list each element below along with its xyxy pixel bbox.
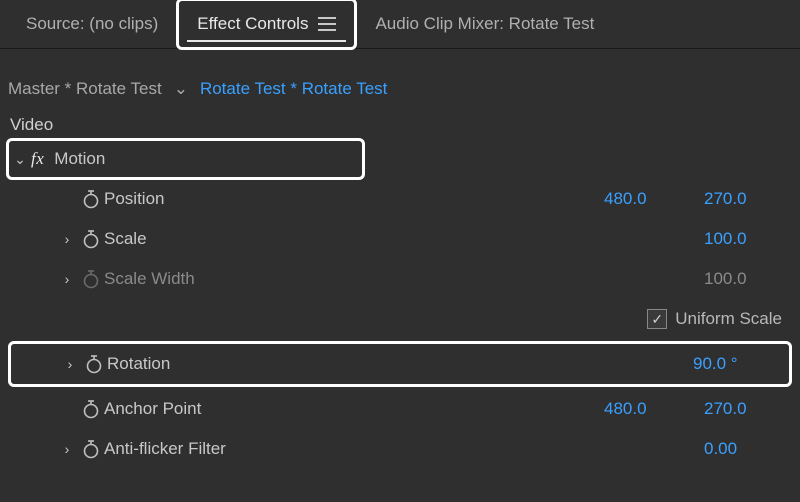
scale-width-label: Scale Width: [104, 269, 404, 289]
uniform-scale-row: ✓ Uniform Scale: [0, 299, 800, 339]
breadcrumb-master: Master * Rotate Test: [8, 79, 162, 99]
fx-icon[interactable]: fx: [31, 149, 44, 169]
breadcrumb-clip[interactable]: Rotate Test * Rotate Test: [200, 79, 387, 99]
anti-flicker-row: › Anti-flicker Filter 0.00: [0, 429, 800, 469]
scale-width-expand-toggle[interactable]: ›: [56, 271, 78, 287]
rotation-highlight: › Rotation 90.0 °: [8, 341, 792, 387]
chevron-down-icon[interactable]: ⌄: [174, 79, 188, 99]
panel-menu-icon[interactable]: [318, 17, 336, 31]
clip-breadcrumb: Master * Rotate Test ⌄ Rotate Test * Rot…: [0, 67, 800, 111]
position-stopwatch[interactable]: [78, 189, 104, 209]
tab-source-label: Source: (no clips): [26, 14, 158, 34]
stopwatch-icon: [81, 229, 101, 249]
anchor-y[interactable]: 270.0: [704, 399, 764, 419]
scale-value[interactable]: 100.0: [704, 229, 764, 249]
scale-expand-toggle[interactable]: ›: [56, 231, 78, 247]
anti-flicker-label: Anti-flicker Filter: [104, 439, 404, 459]
tab-audio-mixer[interactable]: Audio Clip Mixer: Rotate Test: [357, 0, 612, 48]
position-x[interactable]: 480.0: [604, 189, 664, 209]
rotation-row: › Rotation 90.0 °: [11, 344, 789, 384]
panel-tabs: Source: (no clips) Effect Controls Audio…: [0, 0, 800, 49]
motion-properties: ⌄ fx Motion Position 480.0 270.0 › Scale: [0, 139, 800, 469]
rotation-value[interactable]: 90.0 °: [693, 354, 753, 374]
tab-effect-controls[interactable]: Effect Controls: [179, 0, 354, 48]
video-section-header: Video: [0, 111, 800, 139]
position-y[interactable]: 270.0: [704, 189, 764, 209]
rotation-stopwatch[interactable]: [81, 354, 107, 374]
motion-label[interactable]: Motion: [54, 149, 354, 169]
motion-highlight: ⌄ fx Motion: [6, 138, 365, 180]
anti-flicker-stopwatch[interactable]: [78, 439, 104, 459]
scale-width-row: › Scale Width 100.0: [0, 259, 800, 299]
uniform-scale-label: Uniform Scale: [675, 309, 782, 329]
tab-effect-controls-label: Effect Controls: [197, 14, 308, 34]
motion-row: ⌄ fx Motion: [0, 139, 800, 179]
stopwatch-icon: [81, 189, 101, 209]
scale-label: Scale: [104, 229, 404, 249]
stopwatch-icon: [84, 354, 104, 374]
scale-stopwatch[interactable]: [78, 229, 104, 249]
stopwatch-icon: [81, 269, 101, 289]
anchor-stopwatch[interactable]: [78, 399, 104, 419]
anchor-row: Anchor Point 480.0 270.0: [0, 389, 800, 429]
stopwatch-icon: [81, 439, 101, 459]
position-label: Position: [104, 189, 404, 209]
effect-controls-panel: Source: (no clips) Effect Controls Audio…: [0, 0, 800, 502]
scale-width-value: 100.0: [704, 269, 764, 289]
anchor-x[interactable]: 480.0: [604, 399, 664, 419]
video-section-label: Video: [10, 115, 53, 134]
rotation-expand-toggle[interactable]: ›: [59, 356, 81, 372]
scale-row: › Scale 100.0: [0, 219, 800, 259]
motion-expand-toggle[interactable]: ⌄: [9, 151, 31, 168]
tab-audio-mixer-label: Audio Clip Mixer: Rotate Test: [375, 14, 594, 34]
anti-flicker-value[interactable]: 0.00: [704, 439, 764, 459]
rotation-label: Rotation: [107, 354, 407, 374]
tab-source[interactable]: Source: (no clips): [8, 0, 176, 48]
effect-controls-highlight: Effect Controls: [176, 0, 357, 50]
scale-width-stopwatch: [78, 269, 104, 289]
uniform-scale-checkbox[interactable]: ✓: [647, 309, 667, 329]
anchor-label: Anchor Point: [104, 399, 404, 419]
anti-flicker-expand-toggle[interactable]: ›: [56, 441, 78, 457]
check-icon: ✓: [651, 311, 663, 328]
position-row: Position 480.0 270.0: [0, 179, 800, 219]
stopwatch-icon: [81, 399, 101, 419]
